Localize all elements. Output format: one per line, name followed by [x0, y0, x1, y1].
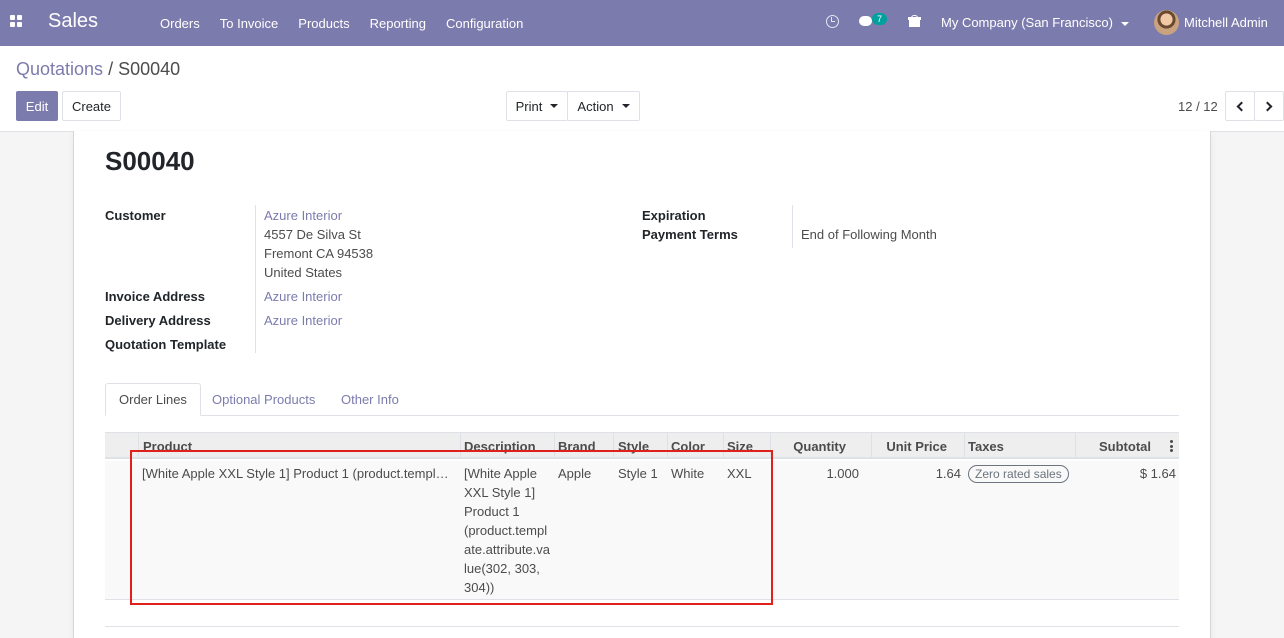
menu-reporting[interactable]: Reporting [360, 16, 436, 31]
breadcrumb: Quotations / S00040 [16, 59, 180, 80]
tab-optional-products[interactable]: Optional Products [199, 383, 328, 416]
section-divider [105, 626, 1179, 627]
activity-clock-icon[interactable] [826, 15, 839, 28]
invoice-address-label: Invoice Address [105, 289, 205, 304]
print-label: Print [515, 98, 543, 114]
user-avatar[interactable] [1154, 10, 1179, 35]
pager-next-button[interactable] [1254, 91, 1284, 121]
row-subtotal: $ 1.64 [1139, 466, 1176, 481]
payment-terms-value: End of Following Month [801, 227, 937, 242]
invoice-address-link[interactable]: Azure Interior [264, 289, 342, 304]
breadcrumb-separator: / [103, 59, 119, 79]
optional-columns-icon[interactable] [1170, 440, 1173, 452]
print-dropdown[interactable]: Print [506, 91, 568, 121]
highlight-annotation-box [130, 450, 773, 605]
row-quantity: 1.000 [826, 466, 859, 481]
messages-count-badge: 7 [872, 13, 887, 25]
main-menu: Orders To Invoice Products Reporting Con… [150, 0, 533, 46]
row-unit-price: 1.64 [935, 466, 961, 481]
field-separator [255, 205, 256, 353]
column-header-unit-price[interactable]: Unit Price [875, 439, 947, 454]
customer-city: Fremont CA 94538 [264, 246, 374, 261]
caret-down-icon [1120, 21, 1129, 26]
column-header-taxes[interactable]: Taxes [968, 439, 1004, 454]
quotation-template-label: Quotation Template [105, 337, 227, 352]
record-title: S00040 [105, 146, 195, 176]
menu-products[interactable]: Products [288, 16, 359, 31]
expiration-label: Expiration [642, 208, 706, 223]
column-header-quantity[interactable]: Quantity [775, 439, 846, 454]
app-name[interactable]: Sales [48, 10, 98, 33]
company-name: My Company (San Francisco) [941, 15, 1113, 30]
delivery-address-link[interactable]: Azure Interior [264, 313, 342, 328]
breadcrumb-current: S00040 [118, 59, 181, 79]
customer-country: United States [264, 265, 343, 280]
customer-street: 4557 De Silva St [264, 227, 361, 242]
delivery-address-label: Delivery Address [105, 313, 211, 328]
tab-other-info[interactable]: Other Info [328, 383, 412, 416]
menu-to-invoice[interactable]: To Invoice [210, 16, 289, 31]
pager-previous-button[interactable] [1225, 91, 1255, 121]
caret-down-icon [550, 104, 559, 108]
apps-menu-icon[interactable] [10, 15, 22, 27]
chevron-right-icon [1262, 101, 1273, 111]
column-separator [871, 433, 872, 458]
action-dropdown[interactable]: Action [567, 91, 640, 121]
pager-value[interactable]: 12 / 12 [1178, 99, 1218, 114]
breadcrumb-quotations[interactable]: Quotations [16, 59, 103, 79]
tax-badge: Zero rated sales [968, 465, 1069, 483]
customer-link[interactable]: Azure Interior [264, 208, 342, 223]
customer-label: Customer [105, 208, 166, 223]
chevron-left-icon [1236, 101, 1247, 111]
top-navbar: Sales Orders To Invoice Products Reporti… [0, 0, 1284, 46]
action-label: Action [577, 98, 614, 114]
messages-chat-icon[interactable] [859, 16, 872, 26]
column-separator [1075, 433, 1076, 458]
column-header-subtotal[interactable]: Subtotal [1079, 439, 1151, 454]
payment-terms-label: Payment Terms [642, 227, 738, 242]
menu-orders[interactable]: Orders [150, 16, 210, 31]
caret-down-icon [621, 104, 630, 108]
menu-configuration[interactable]: Configuration [436, 16, 533, 31]
gift-icon[interactable] [908, 15, 921, 27]
column-separator [964, 433, 965, 458]
tab-order-lines[interactable]: Order Lines [105, 383, 201, 416]
create-button[interactable]: Create [62, 91, 121, 121]
company-switcher[interactable]: My Company (San Francisco) [941, 15, 1129, 30]
edit-button[interactable]: Edit [16, 91, 58, 121]
user-name[interactable]: Mitchell Admin [1184, 15, 1268, 30]
field-separator [792, 205, 793, 248]
